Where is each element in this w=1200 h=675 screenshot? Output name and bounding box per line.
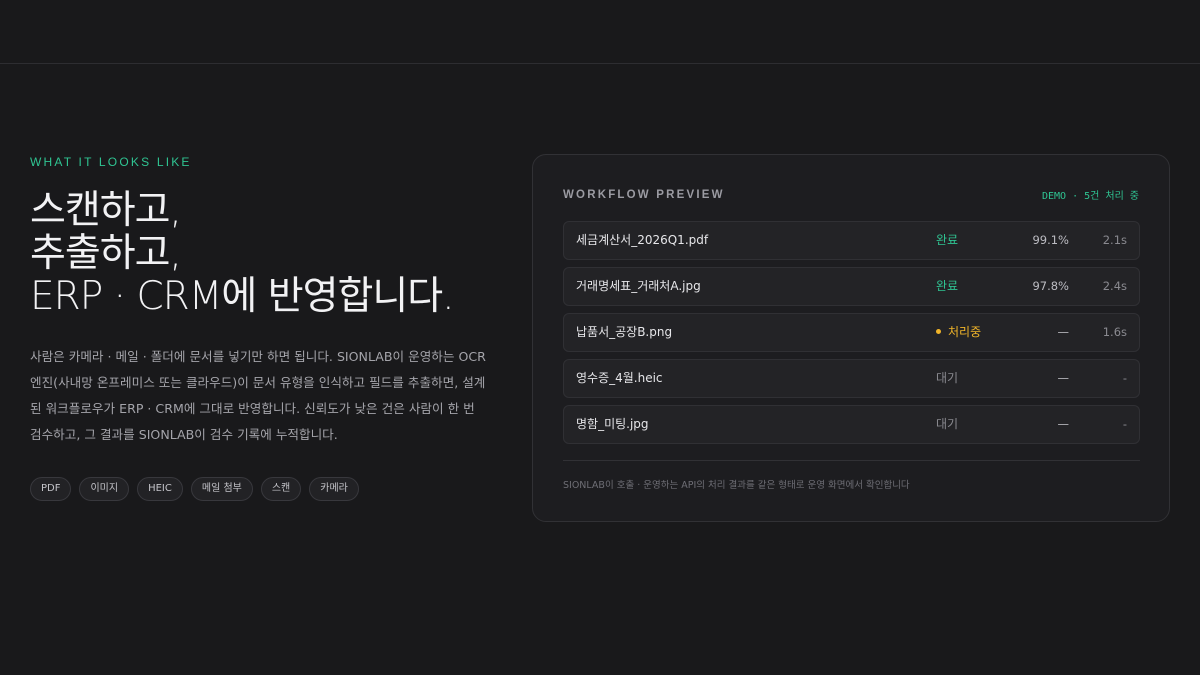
document-row[interactable]: 세금계산서_2026Q1.pdf 완료 99.1% 2.1s [563,221,1140,260]
headline-line: 스캔하고, [30,188,182,233]
processing-dot-icon [936,329,941,334]
document-name: 명함_미팅.jpg [576,417,649,431]
tag-pdf: PDF [30,477,72,501]
document-confidence: — [1057,371,1070,385]
document-confidence: — [1057,417,1070,431]
document-name: 거래명세표_거래처A.jpg [576,279,701,293]
document-time: 2.1s [1102,233,1127,247]
document-row[interactable]: 명함_미팅.jpg 대기 — - [563,405,1140,444]
document-time: - [1122,371,1127,385]
headline-line: 추출하고, [30,231,182,276]
document-status: 완료 [936,233,959,247]
intro-section: WHAT IT LOOKS LIKE 스캔하고, 추출하고, ERP · CRM… [30,155,500,501]
document-confidence: 97.8% [1032,279,1069,293]
document-list: 세금계산서_2026Q1.pdf 완료 99.1% 2.1s 거래명세표_거래처… [563,221,1140,451]
document-name: 세금계산서_2026Q1.pdf [576,233,709,247]
document-time: 2.4s [1102,279,1127,293]
status-label: 처리중 [948,325,982,339]
card-divider [563,460,1140,461]
tag-mail-attachment: 메일 첨부 [190,477,253,501]
document-confidence: 99.1% [1032,233,1069,247]
document-status: 처리중 [936,314,981,351]
document-time: - [1122,417,1127,431]
tag-scan: 스캔 [260,477,302,501]
card-footnote: SIONLAB이 호출 · 운영하는 API의 처리 결과를 같은 형태로 운영… [563,480,910,491]
document-name: 납품서_공장B.png [576,325,673,339]
document-row[interactable]: 영수증_4월.heic 대기 — - [563,359,1140,398]
page: WHAT IT LOOKS LIKE 스캔하고, 추출하고, ERP · CRM… [0,0,1200,675]
document-time: 1.6s [1102,325,1127,339]
tag-image: 이미지 [79,477,130,501]
section-eyebrow: WHAT IT LOOKS LIKE [30,155,192,169]
document-status: 대기 [936,417,959,431]
input-format-tags: PDF 이미지 HEIC 메일 첨부 스캔 카메라 [30,477,500,501]
document-name: 영수증_4월.heic [576,371,663,385]
document-confidence: — [1057,325,1070,339]
tag-heic: HEIC [137,477,183,501]
section-description: 사람은 카메라 · 메일 · 폴더에 문서를 넣기만 하면 됩니다. SIONL… [30,349,486,442]
card-title: WORKFLOW PREVIEW [563,188,725,201]
document-row[interactable]: 납품서_공장B.png 처리중 — 1.6s [563,313,1140,352]
headline-line: ERP · CRM에 반영합니다. [30,274,455,319]
document-row[interactable]: 거래명세표_거래처A.jpg 완료 97.8% 2.4s [563,267,1140,306]
demo-status: DEMO · 5건 처리 중 [1041,191,1139,202]
document-status: 대기 [936,371,959,385]
tag-camera: 카메라 [309,477,359,501]
card-header: WORKFLOW PREVIEW DEMO · 5건 처리 중 [563,187,1139,203]
workflow-preview-card: WORKFLOW PREVIEW DEMO · 5건 처리 중 세금계산서_20… [532,154,1170,522]
document-status: 완료 [936,279,959,293]
header-divider [0,63,1200,64]
section-headline: 스캔하고, 추출하고, ERP · CRM에 반영합니다. [30,189,500,318]
